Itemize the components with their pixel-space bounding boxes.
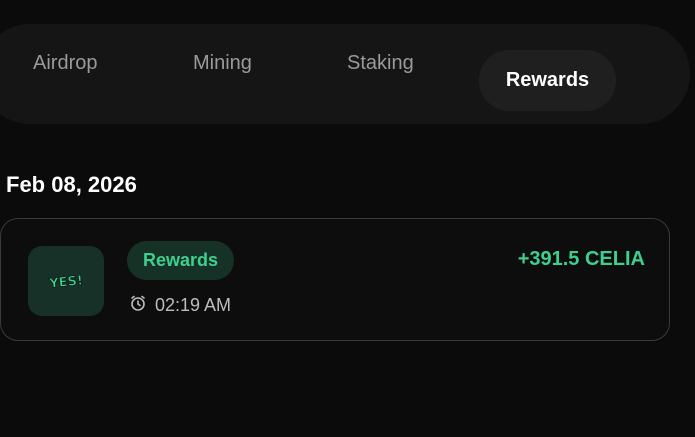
badge-label: Rewards (142, 250, 219, 270)
tab-mining[interactable]: Mining (193, 52, 252, 75)
time-text: 02:19 AM (155, 295, 232, 315)
logo-text: YES! (48, 273, 84, 292)
tab-rewards[interactable]: Rewards (479, 50, 616, 111)
yes-logo-icon: YES! (47, 273, 84, 292)
transaction-amount: +391.5 CELIA (517, 248, 645, 270)
tab-airdrop[interactable]: Airdrop (33, 52, 97, 75)
tab-rewards-label: Rewards (505, 69, 590, 91)
project-logo: YES! (28, 246, 104, 316)
date-heading: Feb 08, 2026 (6, 172, 137, 197)
alarm-clock-icon (129, 294, 147, 317)
transaction-type-badge: Rewards (127, 241, 234, 280)
transaction-time: 02:19 AM (129, 294, 231, 317)
tab-staking[interactable]: Staking (347, 52, 414, 75)
